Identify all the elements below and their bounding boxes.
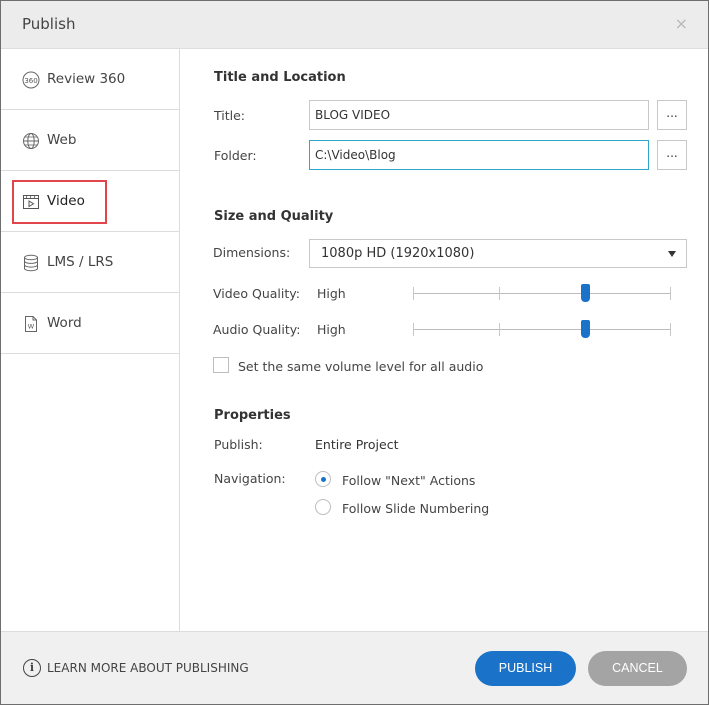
folder-input[interactable] [309,140,649,170]
svg-text:360: 360 [24,77,37,85]
video-settings-panel: Title and Location Title: ... Folder: ..… [181,49,708,631]
sidebar-item-video[interactable]: Video [1,171,179,232]
word-document-icon: W [22,315,40,333]
slider-tick [499,287,500,300]
video-quality-value: High [317,286,346,301]
dialog-title: Publish [22,15,76,33]
video-icon [22,193,40,211]
sidebar-item-web[interactable]: Web [1,110,179,171]
dimensions-value: 1080p HD (1920x1080) [321,246,475,261]
sidebar: 360 Review 360 Web Video LMS / LRS W Wor… [1,49,180,631]
publish-dialog: Publish × 360 Review 360 Web Video LMS /… [0,0,709,705]
properties-heading: Properties [214,408,291,423]
slider-tick [670,287,671,300]
audio-quality-slider[interactable] [413,320,671,338]
follow-next-actions-radio[interactable] [315,471,331,487]
title-bar: Publish × [1,1,708,49]
audio-quality-label: Audio Quality: [213,322,301,337]
follow-slide-numbering-label: Follow Slide Numbering [342,501,490,516]
sidebar-item-review-360[interactable]: 360 Review 360 [1,49,179,110]
video-quality-label: Video Quality: [213,286,300,301]
same-volume-checkbox[interactable] [213,357,229,373]
publish-label: Publish: [214,437,263,452]
follow-slide-numbering-radio[interactable] [315,499,331,515]
audio-quality-value: High [317,322,346,337]
review-360-icon: 360 [22,71,40,89]
size-quality-heading: Size and Quality [214,209,334,224]
same-volume-label: Set the same volume level for all audio [238,359,484,374]
sidebar-item-label: Web [47,132,77,148]
slider-tick [413,287,414,300]
folder-label: Folder: [214,148,257,163]
svg-text:W: W [28,323,35,331]
video-quality-slider[interactable] [413,284,671,302]
info-icon: i [23,659,41,677]
title-browse-button[interactable]: ... [657,100,687,130]
slider-track [413,293,671,294]
dialog-footer: i LEARN MORE ABOUT PUBLISHING PUBLISH CA… [1,631,708,704]
publish-value: Entire Project [315,437,399,452]
globe-icon [22,132,40,150]
sidebar-item-label: Video [47,193,85,209]
sidebar-item-label: Word [47,315,82,331]
sidebar-item-lms-lrs[interactable]: LMS / LRS [1,232,179,293]
navigation-label: Navigation: [214,471,286,486]
title-location-heading: Title and Location [214,70,346,85]
sidebar-item-label: Review 360 [47,71,126,87]
title-label: Title: [214,108,245,123]
publish-button[interactable]: PUBLISH [475,651,576,686]
close-icon[interactable]: × [675,14,688,34]
dimensions-select[interactable]: 1080p HD (1920x1080) [309,239,687,268]
sidebar-item-word[interactable]: W Word [1,293,179,354]
slider-track [413,329,671,330]
title-input[interactable] [309,100,649,130]
chevron-down-icon [668,251,676,257]
slider-tick [670,323,671,336]
follow-next-actions-label: Follow "Next" Actions [342,473,476,488]
cancel-button[interactable]: CANCEL [588,651,687,686]
slider-thumb[interactable] [581,284,591,302]
dimensions-label: Dimensions: [213,245,291,260]
slider-tick [499,323,500,336]
sidebar-item-label: LMS / LRS [47,254,114,270]
learn-more-label: LEARN MORE ABOUT PUBLISHING [47,661,249,675]
slider-thumb[interactable] [581,320,591,338]
folder-browse-button[interactable]: ... [657,140,687,170]
database-icon [22,254,40,272]
slider-tick [413,323,414,336]
